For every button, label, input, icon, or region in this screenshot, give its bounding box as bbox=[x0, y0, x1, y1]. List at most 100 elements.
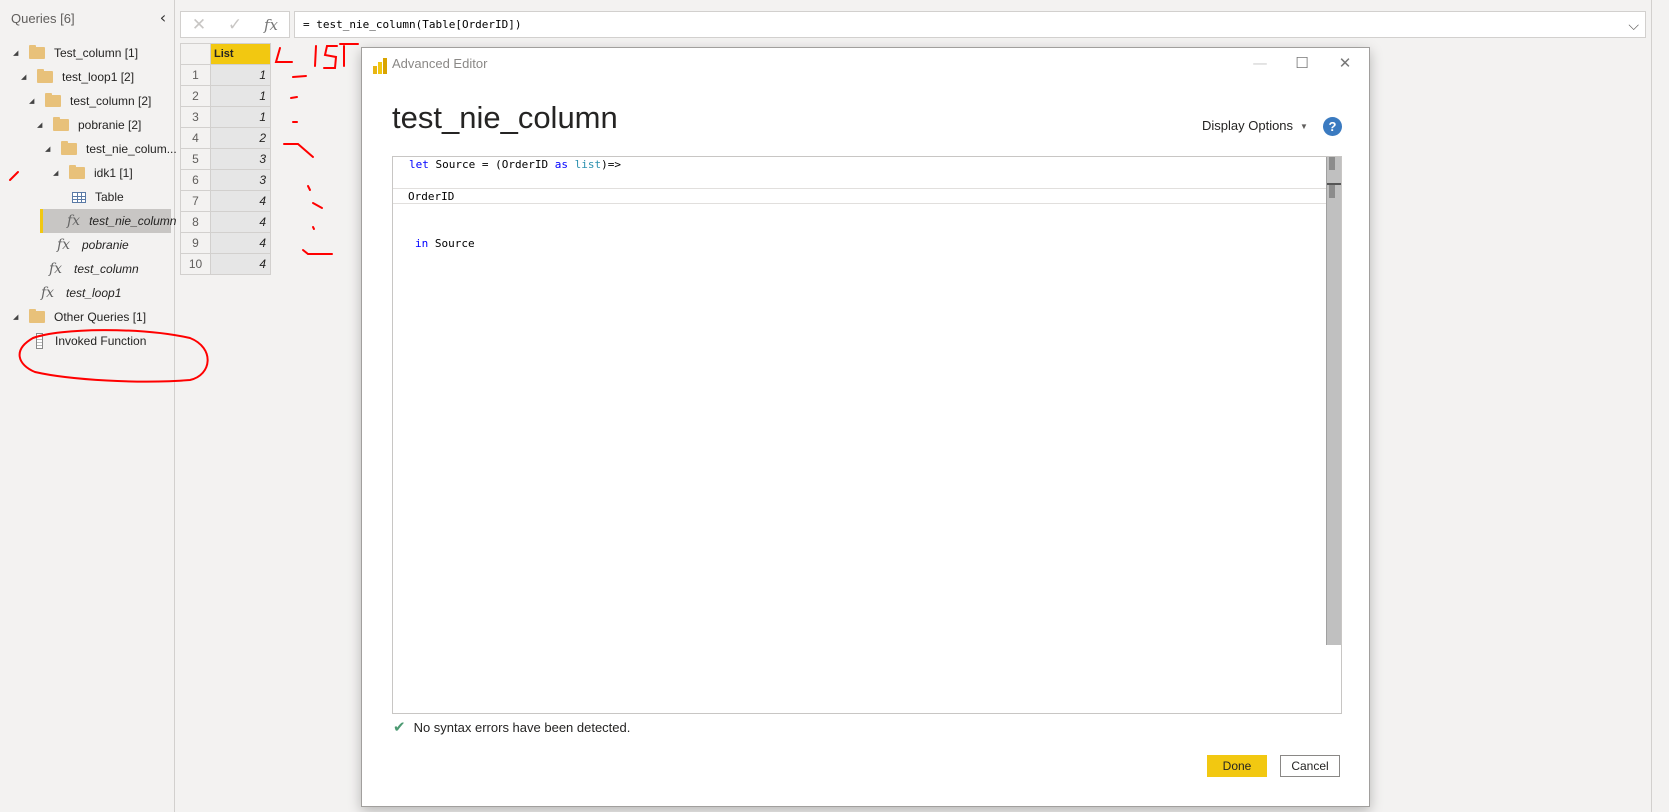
advanced-editor-dialog: Advanced Editor — ☐ ✕ test_nie_column Di… bbox=[361, 47, 1370, 807]
close-icon[interactable]: ✕ bbox=[181, 15, 217, 35]
display-options-dropdown[interactable]: Display Options ▼ bbox=[1202, 118, 1308, 133]
list-cell[interactable]: 4 bbox=[210, 211, 271, 233]
function-icon: fx bbox=[57, 237, 71, 253]
tree-folder-test-column-2[interactable]: ◢ test_column [2] bbox=[29, 90, 151, 112]
data-grid: List 1 1 2 1 3 1 4 2 5 3 6 3 7 4 8 4 9 4 10 4 bbox=[180, 43, 271, 275]
expand-arrow-icon[interactable]: ◢ bbox=[53, 169, 63, 177]
table-row: 63 bbox=[180, 169, 271, 191]
maximize-button[interactable]: ☐ bbox=[1282, 50, 1322, 76]
list-cell[interactable]: 4 bbox=[210, 232, 271, 254]
expand-arrow-icon[interactable]: ◢ bbox=[37, 121, 47, 129]
tree-item-label: pobranie bbox=[82, 238, 129, 252]
annotation-dash bbox=[290, 96, 298, 99]
row-number[interactable]: 2 bbox=[180, 85, 211, 107]
annotation-dash bbox=[312, 226, 315, 230]
query-settings-panel-collapsed bbox=[1652, 0, 1669, 812]
grid-corner[interactable] bbox=[180, 43, 211, 65]
column-header-list[interactable]: List bbox=[210, 43, 271, 65]
dialog-title: Advanced Editor bbox=[392, 56, 488, 71]
list-cell[interactable]: 2 bbox=[210, 127, 271, 149]
expand-arrow-icon[interactable]: ◢ bbox=[13, 49, 23, 57]
expand-arrow-icon[interactable]: ◢ bbox=[45, 145, 55, 153]
keyword-as: as bbox=[554, 158, 568, 171]
fx-icon[interactable]: fx bbox=[253, 16, 289, 34]
minimize-button[interactable]: — bbox=[1240, 50, 1280, 76]
scrollbar-thumb[interactable] bbox=[1329, 157, 1335, 170]
tree-item-label: Table bbox=[95, 190, 124, 204]
tree-item-label: Test_column [1] bbox=[54, 46, 139, 60]
checkmark-icon[interactable]: ✓ bbox=[217, 15, 253, 35]
tree-function-test-column[interactable]: fx test_column bbox=[49, 258, 139, 280]
tree-query-table[interactable]: Table bbox=[72, 186, 124, 208]
cancel-button[interactable]: Cancel bbox=[1280, 755, 1340, 777]
row-number[interactable]: 3 bbox=[180, 106, 211, 128]
tree-function-pobranie[interactable]: fx pobranie bbox=[57, 234, 129, 256]
row-number[interactable]: 6 bbox=[180, 169, 211, 191]
tree-folder-test-loop1[interactable]: ◢ test_loop1 [2] bbox=[21, 66, 134, 88]
chevron-down-icon[interactable]: ⌵ bbox=[1628, 14, 1639, 39]
list-cell[interactable]: 1 bbox=[210, 106, 271, 128]
tree-query-invoked-function[interactable]: Invoked Function bbox=[36, 330, 146, 352]
row-number[interactable]: 9 bbox=[180, 232, 211, 254]
done-button[interactable]: Done bbox=[1207, 755, 1267, 777]
code-line-2: OrderID bbox=[393, 188, 1326, 204]
collapse-panel-button[interactable]: ‹ bbox=[155, 8, 171, 28]
editor-scrollbar[interactable] bbox=[1326, 157, 1341, 645]
tree-function-test-loop1[interactable]: fx test_loop1 bbox=[41, 282, 121, 304]
expand-arrow-icon[interactable]: ◢ bbox=[21, 73, 31, 81]
table-row: 74 bbox=[180, 190, 271, 212]
row-number[interactable]: 4 bbox=[180, 127, 211, 149]
query-icon bbox=[36, 333, 43, 349]
code-line-1: let Source = (OrderID as list)=> bbox=[393, 157, 1326, 173]
tree-item-label: test_column bbox=[74, 262, 139, 276]
annotation-letter-i bbox=[314, 45, 317, 67]
table-row: 94 bbox=[180, 232, 271, 254]
folder-icon bbox=[61, 141, 77, 155]
list-cell[interactable]: 1 bbox=[210, 64, 271, 86]
annotation-dash bbox=[283, 143, 314, 158]
queries-title: Queries [6] bbox=[11, 11, 75, 26]
annotation-letter-s bbox=[323, 45, 338, 69]
type-list: list bbox=[574, 158, 602, 171]
row-number[interactable]: 10 bbox=[180, 253, 211, 275]
tree-folder-other-queries[interactable]: ◢ Other Queries [1] bbox=[13, 306, 146, 328]
row-number[interactable]: 5 bbox=[180, 148, 211, 170]
tree-item-label: test_column [2] bbox=[70, 94, 152, 108]
row-number[interactable]: 7 bbox=[180, 190, 211, 212]
tree-item-label: test_loop1 [2] bbox=[62, 70, 135, 84]
annotation-dash bbox=[302, 249, 333, 255]
scrollbar-thumb[interactable] bbox=[1329, 185, 1335, 198]
list-cell[interactable]: 3 bbox=[210, 148, 271, 170]
power-bi-logo-icon bbox=[373, 58, 387, 74]
close-button[interactable]: ✕ bbox=[1325, 50, 1365, 76]
annotation-letter-t bbox=[339, 43, 359, 67]
tree-folder-idk1[interactable]: ◢ idk1 [1] bbox=[53, 162, 133, 184]
checkmark-icon: ✔ bbox=[393, 718, 406, 736]
table-row: 84 bbox=[180, 211, 271, 233]
row-number[interactable]: 1 bbox=[180, 64, 211, 86]
list-cell[interactable]: 1 bbox=[210, 85, 271, 107]
chevron-left-icon: ‹ bbox=[159, 8, 167, 27]
list-cell[interactable]: 4 bbox=[210, 253, 271, 275]
tree-function-test-nie-column[interactable]: fx test_nie_column bbox=[40, 209, 176, 233]
help-button[interactable]: ? bbox=[1323, 117, 1342, 136]
table-icon bbox=[72, 191, 86, 203]
tree-folder-test-column-1[interactable]: ◢ Test_column [1] bbox=[13, 42, 138, 64]
tree-item-label: test_loop1 bbox=[66, 286, 122, 300]
expand-arrow-icon[interactable]: ◢ bbox=[13, 313, 23, 321]
row-number[interactable]: 8 bbox=[180, 211, 211, 233]
keyword-let: let bbox=[409, 158, 429, 171]
tree-folder-pobranie[interactable]: ◢ pobranie [2] bbox=[37, 114, 141, 136]
folder-icon bbox=[69, 165, 85, 179]
tree-folder-test-nie-column[interactable]: ◢ test_nie_colum... bbox=[45, 138, 177, 160]
formula-input[interactable]: = test_nie_column(Table[OrderID]) ⌵ bbox=[294, 11, 1646, 38]
code-editor[interactable]: let Source = (OrderID as list)=> OrderID… bbox=[392, 156, 1342, 714]
function-icon: fx bbox=[49, 261, 63, 277]
list-cell[interactable]: 4 bbox=[210, 190, 271, 212]
syntax-status: ✔ No syntax errors have been detected. bbox=[393, 718, 630, 736]
expand-arrow-icon[interactable]: ◢ bbox=[29, 97, 39, 105]
list-cell[interactable]: 3 bbox=[210, 169, 271, 191]
syntax-status-text: No syntax errors have been detected. bbox=[413, 719, 631, 735]
code-area[interactable]: let Source = (OrderID as list)=> OrderID… bbox=[393, 157, 1326, 713]
